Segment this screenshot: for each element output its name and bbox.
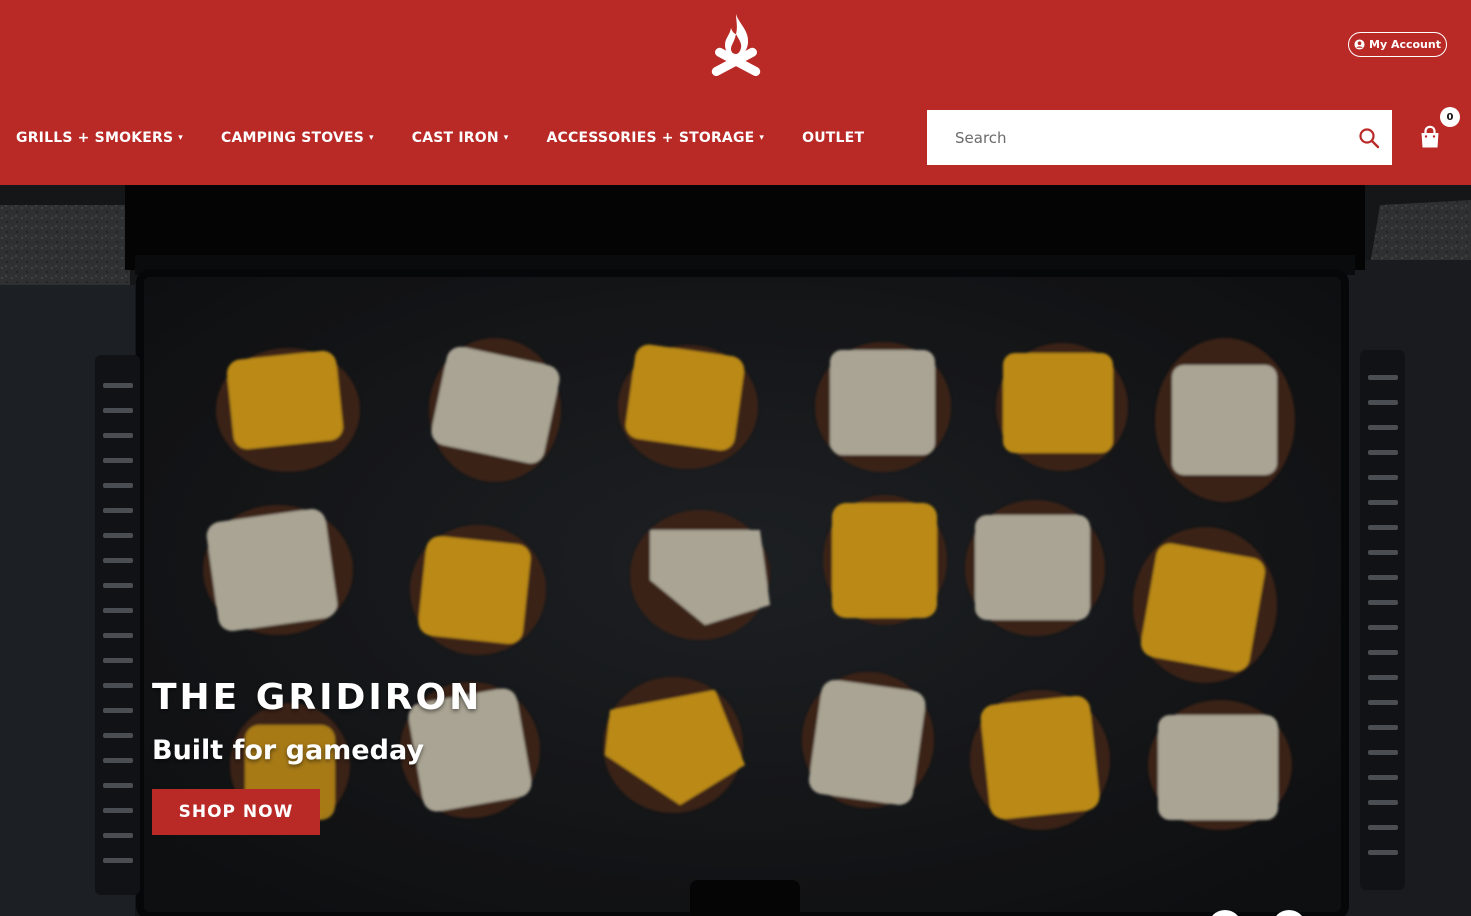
- nav-item-accessories-storage[interactable]: ACCESSORIES + STORAGE ▾: [547, 130, 765, 146]
- chevron-down-icon: ▾: [503, 133, 509, 143]
- nav-item-label: GRILLS + SMOKERS: [16, 130, 174, 146]
- nav-item-camping-stoves[interactable]: CAMPING STOVES ▾: [221, 130, 374, 146]
- site-header: My Account GRILLS + SMOKERS ▾ CAMPING ST…: [0, 0, 1471, 185]
- nav-item-cast-iron[interactable]: CAST IRON ▾: [412, 130, 509, 146]
- nav-item-label: ACCESSORIES + STORAGE: [546, 130, 755, 146]
- hero-title: THE GRIDIRON: [152, 677, 483, 718]
- nav-item-outlet[interactable]: OUTLET: [802, 130, 864, 146]
- shopping-bag-icon[interactable]: [1419, 125, 1441, 149]
- nav-item-label: CAST IRON: [411, 130, 499, 146]
- my-account-button[interactable]: My Account: [1348, 32, 1447, 57]
- main-nav: GRILLS + SMOKERS ▾ CAMPING STOVES ▾ CAST…: [16, 124, 864, 152]
- nav-item-label: OUTLET: [802, 130, 865, 146]
- hero-banner: THE GRIDIRON Built for gameday SHOP NOW: [0, 185, 1471, 916]
- search-icon[interactable]: [1358, 127, 1380, 149]
- chevron-down-icon: ▾: [759, 133, 765, 143]
- hero-subtitle: Built for gameday: [152, 735, 424, 766]
- my-account-label: My Account: [1369, 38, 1441, 51]
- nav-item-grills-smokers[interactable]: GRILLS + SMOKERS ▾: [16, 130, 183, 146]
- cart-count-badge: 0: [1440, 107, 1460, 127]
- search-box: [927, 110, 1392, 165]
- shop-now-button[interactable]: SHOP NOW: [152, 789, 320, 835]
- search-input[interactable]: [955, 127, 1335, 149]
- user-circle-icon: [1354, 39, 1365, 50]
- chevron-down-icon: ▾: [178, 133, 183, 143]
- chevron-down-icon: ▾: [369, 133, 374, 143]
- nav-item-label: CAMPING STOVES: [221, 130, 365, 146]
- campfire-logo-icon[interactable]: [706, 10, 766, 80]
